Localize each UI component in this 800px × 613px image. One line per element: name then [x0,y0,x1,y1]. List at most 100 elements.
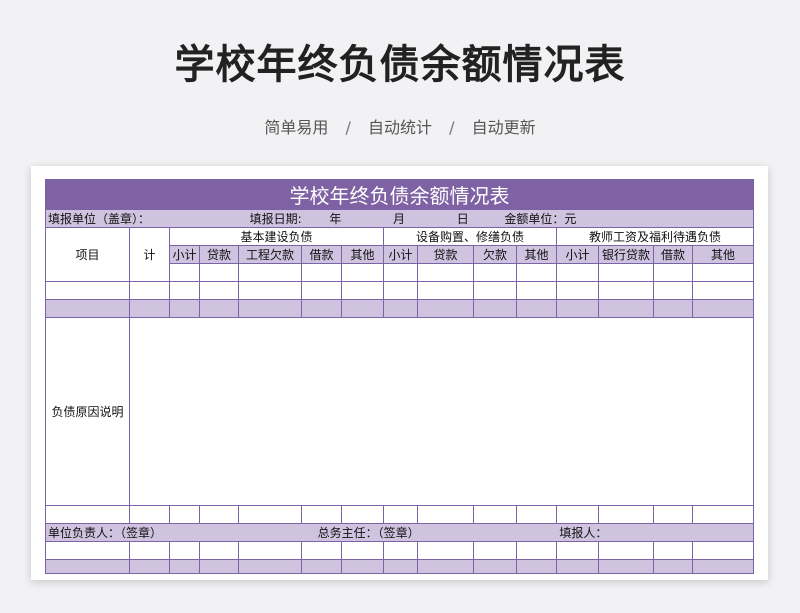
cell[interactable] [169,505,200,524]
cell[interactable] [598,505,654,524]
cell[interactable] [383,541,418,560]
cell[interactable] [45,299,130,318]
cell[interactable] [692,541,754,560]
cell[interactable] [598,299,654,318]
cell[interactable] [383,559,418,574]
col-header: 小计 [556,245,599,264]
cell[interactable] [473,541,517,560]
cell[interactable] [653,263,693,282]
cell[interactable] [516,281,557,300]
cell[interactable] [417,263,474,282]
cell[interactable] [692,505,754,524]
cell[interactable] [45,541,130,560]
cell[interactable] [556,541,599,560]
cell[interactable] [516,263,557,282]
cell[interactable] [598,559,654,574]
cell[interactable] [417,299,474,318]
cell[interactable] [556,263,599,282]
cell[interactable] [692,281,754,300]
cell[interactable] [383,299,418,318]
cell[interactable] [301,541,342,560]
cell[interactable] [45,281,130,300]
cell[interactable] [692,299,754,318]
cell[interactable] [301,559,342,574]
tagline-auto-update: 自动更新 [471,118,536,137]
cell[interactable] [473,299,517,318]
cell[interactable] [516,541,557,560]
header-group-equipment: 设备购置、修缮负债 [383,227,557,246]
cell[interactable] [199,263,239,282]
cell[interactable] [653,559,693,574]
cell[interactable] [238,559,302,574]
cell[interactable] [301,281,342,300]
cell[interactable] [341,541,384,560]
cell[interactable] [556,559,599,574]
cell[interactable] [45,559,130,574]
cell[interactable] [129,299,170,318]
cell[interactable] [341,263,384,282]
table-title: 学校年终负债余额情况表 [45,179,754,210]
cell[interactable] [383,263,418,282]
cell[interactable] [598,281,654,300]
cell[interactable] [653,541,693,560]
cell[interactable] [169,541,200,560]
cell[interactable] [417,281,474,300]
cell[interactable] [692,263,754,282]
cell[interactable] [169,281,200,300]
col-header: 欠款 [473,245,517,264]
cell[interactable] [238,281,302,300]
cell[interactable] [238,541,302,560]
cell[interactable] [653,505,693,524]
cell[interactable] [473,505,517,524]
cell[interactable] [199,541,239,560]
col-header: 银行贷款 [598,245,654,264]
cell[interactable] [199,559,239,574]
cell[interactable] [169,299,200,318]
cell[interactable] [301,263,342,282]
cell[interactable] [383,281,418,300]
col-header: 其他 [516,245,557,264]
cell[interactable] [199,505,239,524]
cell[interactable] [473,281,517,300]
col-header: 贷款 [417,245,474,264]
cell[interactable] [129,505,170,524]
cell[interactable] [238,263,302,282]
cell[interactable] [516,559,557,574]
cell[interactable] [169,559,200,574]
filler-signature: 填报人： [559,526,608,540]
cell[interactable] [556,505,599,524]
cell[interactable] [417,559,474,574]
cell[interactable] [556,281,599,300]
cell[interactable] [653,299,693,318]
cell[interactable] [341,559,384,574]
cell[interactable] [417,541,474,560]
cell[interactable] [199,281,239,300]
cell[interactable] [169,263,200,282]
cell[interactable] [341,281,384,300]
cell[interactable] [383,505,418,524]
cell[interactable] [238,505,302,524]
cell[interactable] [556,299,599,318]
cell[interactable] [129,541,170,560]
cell[interactable] [199,299,239,318]
cell[interactable] [516,505,557,524]
cell[interactable] [417,505,474,524]
cell[interactable] [129,559,170,574]
cell[interactable] [129,281,170,300]
cell[interactable] [238,299,302,318]
reason-text-area[interactable] [129,317,754,506]
cell[interactable] [598,263,654,282]
cell[interactable] [598,541,654,560]
cell[interactable] [516,299,557,318]
cell[interactable] [692,559,754,574]
cell[interactable] [473,559,517,574]
month-label: 月 [393,212,406,226]
cell[interactable] [301,505,342,524]
cell[interactable] [341,299,384,318]
col-header: 其他 [692,245,754,264]
cell[interactable] [473,263,517,282]
cell[interactable] [341,505,384,524]
cell[interactable] [301,299,342,318]
cell[interactable] [653,281,693,300]
cell[interactable] [45,505,130,524]
